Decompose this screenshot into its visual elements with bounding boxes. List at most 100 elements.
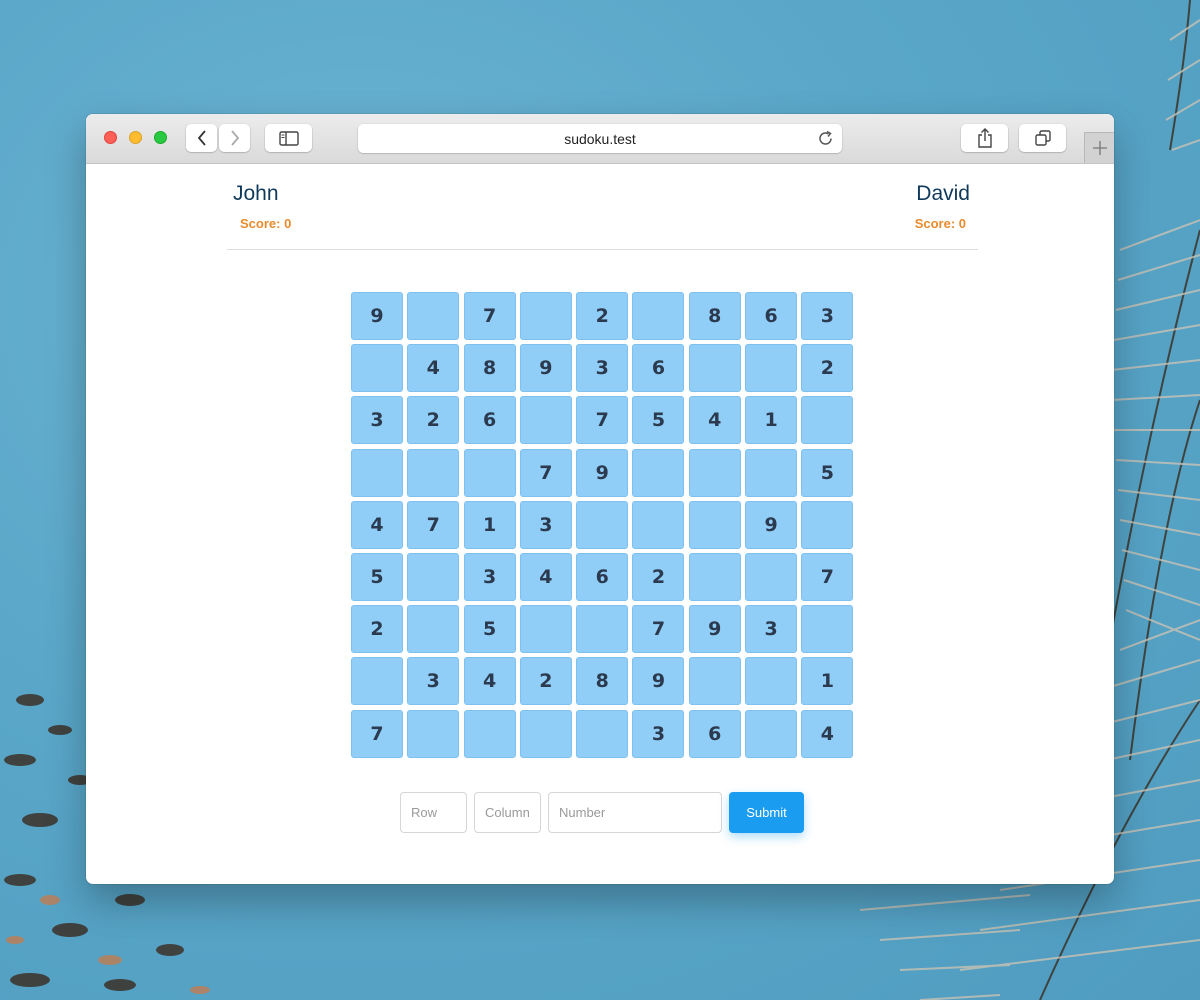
sudoku-cell[interactable]	[351, 448, 403, 497]
sudoku-cell[interactable]: 7	[801, 552, 854, 601]
sudoku-cell[interactable]: 4	[519, 552, 572, 601]
sudoku-cell[interactable]	[801, 605, 854, 654]
sudoku-cell[interactable]	[632, 500, 685, 549]
sudoku-cell[interactable]: 2	[407, 396, 460, 445]
sudoku-cell[interactable]	[801, 500, 854, 549]
column-input[interactable]	[474, 792, 541, 833]
back-button[interactable]	[186, 124, 217, 152]
sudoku-cell[interactable]	[688, 448, 741, 497]
sudoku-cell[interactable]: 3	[632, 709, 685, 758]
sudoku-cell[interactable]: 7	[463, 292, 516, 340]
sudoku-cell[interactable]	[745, 657, 798, 706]
sudoku-cell[interactable]	[519, 709, 572, 758]
new-tab-button[interactable]	[1084, 132, 1114, 163]
sudoku-cell[interactable]	[351, 344, 403, 393]
sudoku-cell[interactable]	[745, 552, 798, 601]
sudoku-cell[interactable]: 4	[351, 500, 403, 549]
sudoku-cell[interactable]: 3	[519, 500, 572, 549]
sidebar-toggle-button[interactable]	[265, 124, 312, 152]
sudoku-cell[interactable]: 9	[632, 657, 685, 706]
sudoku-cell[interactable]: 6	[745, 292, 798, 340]
sudoku-cell[interactable]: 2	[351, 605, 403, 654]
sudoku-cell[interactable]: 2	[576, 292, 629, 340]
sudoku-cell[interactable]: 4	[407, 344, 460, 393]
sudoku-cell[interactable]	[688, 657, 741, 706]
share-button[interactable]	[961, 124, 1008, 152]
close-window-button[interactable]	[104, 131, 117, 144]
sudoku-cell[interactable]	[632, 292, 685, 340]
row-input[interactable]	[400, 792, 467, 833]
sudoku-cell[interactable]: 1	[463, 500, 516, 549]
sudoku-cell[interactable]: 5	[632, 396, 685, 445]
sudoku-cell[interactable]	[745, 344, 798, 393]
sudoku-cell[interactable]: 2	[519, 657, 572, 706]
player-score: Score: 0	[914, 216, 966, 231]
sudoku-cell[interactable]	[407, 709, 460, 758]
sudoku-cell[interactable]: 5	[351, 552, 403, 601]
sudoku-cell[interactable]	[632, 448, 685, 497]
sudoku-cell[interactable]: 6	[632, 344, 685, 393]
sudoku-cell[interactable]	[407, 448, 460, 497]
sudoku-cell[interactable]	[519, 396, 572, 445]
sudoku-cell[interactable]	[576, 605, 629, 654]
number-input[interactable]	[548, 792, 722, 833]
sudoku-cell[interactable]	[519, 605, 572, 654]
sudoku-cell[interactable]	[519, 292, 572, 340]
share-icon	[977, 128, 992, 148]
sudoku-cell[interactable]: 7	[576, 396, 629, 445]
sudoku-cell[interactable]	[745, 448, 798, 497]
sudoku-cell[interactable]: 4	[463, 657, 516, 706]
sudoku-cell[interactable]	[463, 448, 516, 497]
submit-button[interactable]: Submit	[729, 792, 804, 833]
sudoku-cell[interactable]: 6	[688, 709, 741, 758]
sudoku-cell[interactable]: 1	[745, 396, 798, 445]
sudoku-cell[interactable]	[576, 500, 629, 549]
sudoku-cell[interactable]: 9	[351, 292, 403, 340]
sudoku-cell[interactable]: 5	[463, 605, 516, 654]
sudoku-cell[interactable]	[576, 709, 629, 758]
sudoku-cell[interactable]: 7	[632, 605, 685, 654]
sudoku-cell[interactable]: 3	[745, 605, 798, 654]
sudoku-cell[interactable]	[688, 344, 741, 393]
sudoku-cell[interactable]: 9	[576, 448, 629, 497]
sudoku-cell[interactable]: 7	[407, 500, 460, 549]
sudoku-cell[interactable]: 5	[801, 448, 854, 497]
sudoku-cell[interactable]: 9	[688, 605, 741, 654]
sudoku-cell[interactable]: 1	[801, 657, 854, 706]
sudoku-cell[interactable]	[801, 396, 854, 445]
sudoku-cell[interactable]: 7	[351, 709, 403, 758]
sudoku-cell[interactable]: 3	[463, 552, 516, 601]
sudoku-board: 9728634893623267541795471395346272579334…	[351, 292, 854, 758]
sudoku-cell[interactable]: 9	[745, 500, 798, 549]
sudoku-cell[interactable]: 6	[576, 552, 629, 601]
sudoku-cell[interactable]	[745, 709, 798, 758]
sudoku-cell[interactable]: 3	[407, 657, 460, 706]
sudoku-cell[interactable]	[407, 552, 460, 601]
sudoku-cell[interactable]	[463, 709, 516, 758]
minimize-window-button[interactable]	[129, 131, 142, 144]
maximize-window-button[interactable]	[154, 131, 167, 144]
sudoku-cell[interactable]: 3	[576, 344, 629, 393]
sudoku-cell[interactable]: 7	[519, 448, 572, 497]
sudoku-cell[interactable]	[688, 500, 741, 549]
sudoku-cell[interactable]: 2	[801, 344, 854, 393]
sudoku-cell[interactable]: 8	[576, 657, 629, 706]
reload-icon[interactable]	[817, 130, 834, 147]
sudoku-cell[interactable]: 3	[801, 292, 854, 340]
page-content: John Score: 0 David Score: 0 97286348936…	[86, 164, 1114, 884]
sudoku-cell[interactable]: 4	[688, 396, 741, 445]
sudoku-cell[interactable]: 8	[688, 292, 741, 340]
sudoku-cell[interactable]	[407, 605, 460, 654]
sudoku-cell[interactable]	[688, 552, 741, 601]
address-bar[interactable]: sudoku.test	[358, 124, 842, 153]
forward-button[interactable]	[219, 124, 250, 152]
sudoku-cell[interactable]: 8	[463, 344, 516, 393]
sudoku-cell[interactable]: 4	[801, 709, 854, 758]
sudoku-cell[interactable]	[407, 292, 460, 340]
sudoku-cell[interactable]: 9	[519, 344, 572, 393]
sudoku-cell[interactable]: 2	[632, 552, 685, 601]
sudoku-cell[interactable]: 3	[351, 396, 403, 445]
sudoku-cell[interactable]: 6	[463, 396, 516, 445]
sudoku-cell[interactable]	[351, 657, 403, 706]
show-tabs-button[interactable]	[1019, 124, 1066, 152]
